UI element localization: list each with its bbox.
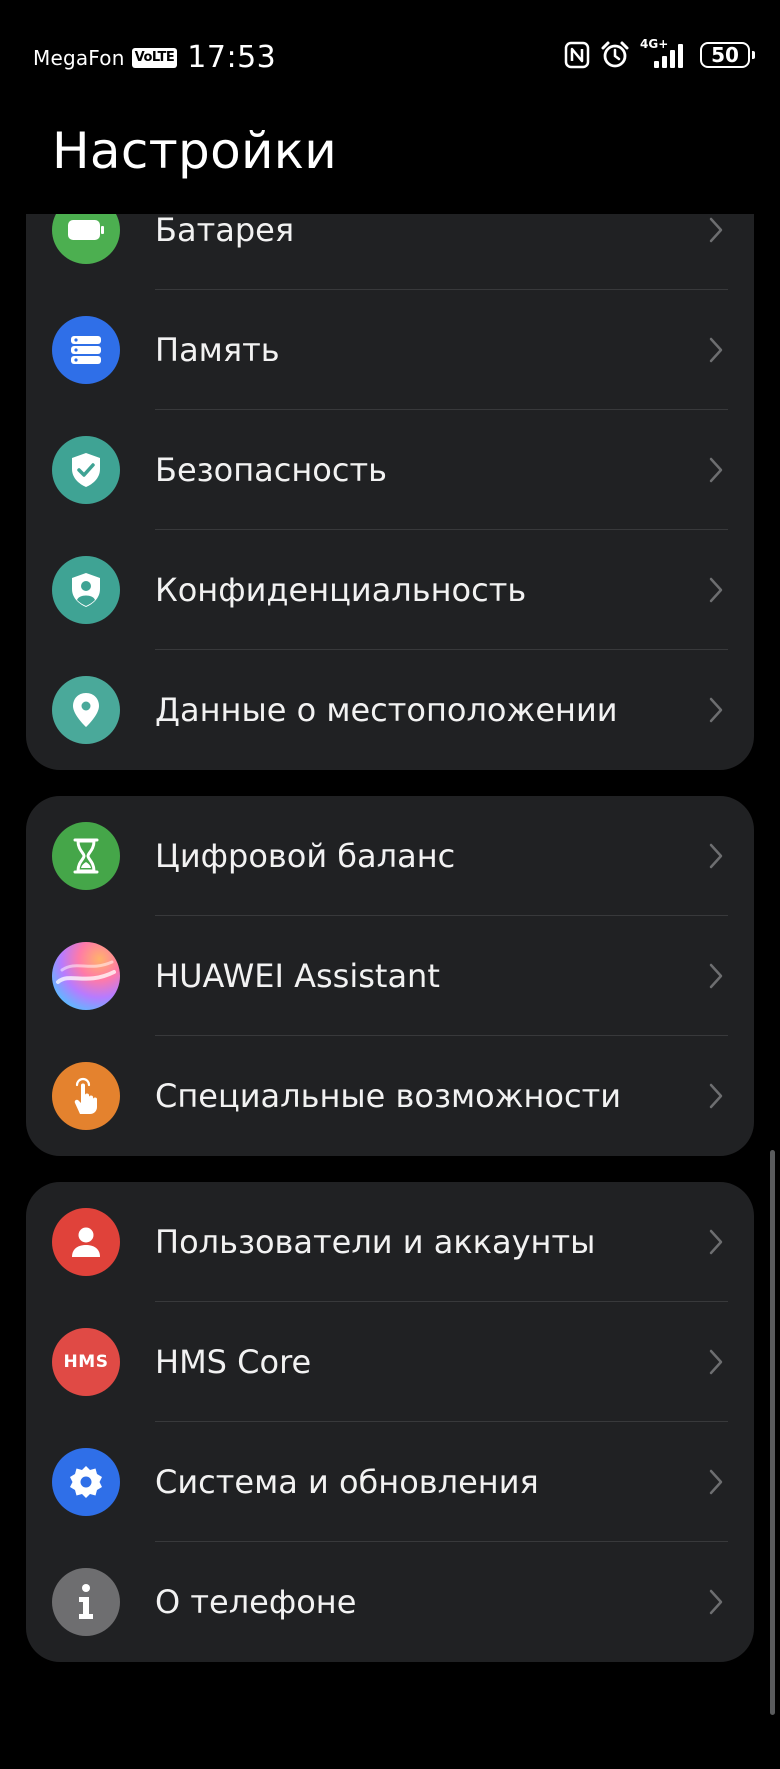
settings-item-label: HMS Core bbox=[155, 1343, 312, 1381]
status-right: 4G+ 50 bbox=[554, 37, 755, 70]
settings-item-battery[interactable]: Батарея bbox=[26, 214, 754, 290]
gear-icon bbox=[52, 1448, 120, 1516]
settings-item-label: Пользователи и аккаунты bbox=[155, 1223, 596, 1261]
chevron-right-icon bbox=[709, 843, 723, 869]
settings-item-label: Специальные возможности bbox=[155, 1077, 622, 1115]
settings-item-label: Батарея bbox=[155, 214, 295, 249]
chevron-right-icon bbox=[709, 457, 723, 483]
settings-screen: MegaFon VoLTE 17:53 4G+ 50 Настройки Бат… bbox=[0, 0, 780, 1769]
settings-item-hms-core[interactable]: HMS HMS Core bbox=[26, 1302, 754, 1422]
volte-badge: VoLTE bbox=[131, 47, 178, 68]
hms-core-icon-text: HMS bbox=[63, 1352, 109, 1372]
status-left: MegaFon VoLTE 17:53 bbox=[33, 40, 276, 75]
hand-pointer-icon bbox=[52, 1062, 120, 1130]
hms-core-icon: HMS bbox=[52, 1328, 120, 1396]
chevron-right-icon bbox=[709, 1229, 723, 1255]
page-title: Настройки bbox=[52, 122, 338, 180]
huawei-assistant-icon bbox=[52, 942, 120, 1010]
settings-item-system-updates[interactable]: Система и обновления bbox=[26, 1422, 754, 1542]
settings-item-location[interactable]: Данные о местоположении bbox=[26, 650, 754, 770]
settings-item-label: Память bbox=[155, 331, 280, 369]
carrier-name: MegaFon bbox=[33, 45, 125, 70]
settings-list[interactable]: Батарея Память Безопасность Конфиденциал… bbox=[0, 214, 780, 1769]
chevron-right-icon bbox=[709, 1349, 723, 1375]
settings-group-services: Цифровой баланс HUAWEI Assistant Специал… bbox=[26, 796, 754, 1156]
chevron-right-icon bbox=[709, 1469, 723, 1495]
storage-icon bbox=[52, 316, 120, 384]
status-bar: MegaFon VoLTE 17:53 4G+ 50 bbox=[0, 0, 780, 110]
settings-item-digital-balance[interactable]: Цифровой баланс bbox=[26, 796, 754, 916]
settings-group-device: Батарея Память Безопасность Конфиденциал… bbox=[26, 214, 754, 770]
settings-item-label: HUAWEI Assistant bbox=[155, 957, 440, 995]
chevron-right-icon bbox=[709, 577, 723, 603]
settings-item-label: Конфиденциальность bbox=[155, 571, 527, 609]
settings-item-label: Безопасность bbox=[155, 451, 387, 489]
signal-icon bbox=[654, 44, 683, 68]
settings-item-privacy[interactable]: Конфиденциальность bbox=[26, 530, 754, 650]
chevron-right-icon bbox=[709, 697, 723, 723]
settings-item-label: Система и обновления bbox=[155, 1463, 539, 1501]
chevron-right-icon bbox=[709, 337, 723, 363]
shield-check-icon bbox=[52, 436, 120, 504]
chevron-right-icon bbox=[709, 217, 723, 243]
signal-group: 4G+ bbox=[640, 37, 690, 69]
scrollbar[interactable] bbox=[770, 1150, 775, 1715]
hourglass-icon bbox=[52, 822, 120, 890]
settings-item-about-phone[interactable]: О телефоне bbox=[26, 1542, 754, 1662]
location-pin-icon bbox=[52, 676, 120, 744]
chevron-right-icon bbox=[709, 1589, 723, 1615]
info-icon bbox=[52, 1568, 120, 1636]
settings-item-label: Данные о местоположении bbox=[155, 691, 618, 729]
privacy-icon bbox=[52, 556, 120, 624]
settings-item-security[interactable]: Безопасность bbox=[26, 410, 754, 530]
alarm-icon bbox=[601, 41, 629, 68]
battery-indicator: 50 bbox=[700, 42, 755, 68]
battery-icon bbox=[52, 214, 120, 264]
settings-item-accessibility[interactable]: Специальные возможности bbox=[26, 1036, 754, 1156]
settings-item-label: Цифровой баланс bbox=[155, 837, 456, 875]
settings-group-system: Пользователи и аккаунты HMS HMS Core Сис… bbox=[26, 1182, 754, 1662]
chevron-right-icon bbox=[709, 963, 723, 989]
clock: 17:53 bbox=[187, 40, 277, 75]
nfc-icon bbox=[564, 41, 590, 69]
settings-item-storage[interactable]: Память bbox=[26, 290, 754, 410]
settings-item-users-accounts[interactable]: Пользователи и аккаунты bbox=[26, 1182, 754, 1302]
settings-item-huawei-assistant[interactable]: HUAWEI Assistant bbox=[26, 916, 754, 1036]
user-icon bbox=[52, 1208, 120, 1276]
chevron-right-icon bbox=[709, 1083, 723, 1109]
settings-item-label: О телефоне bbox=[155, 1583, 357, 1621]
